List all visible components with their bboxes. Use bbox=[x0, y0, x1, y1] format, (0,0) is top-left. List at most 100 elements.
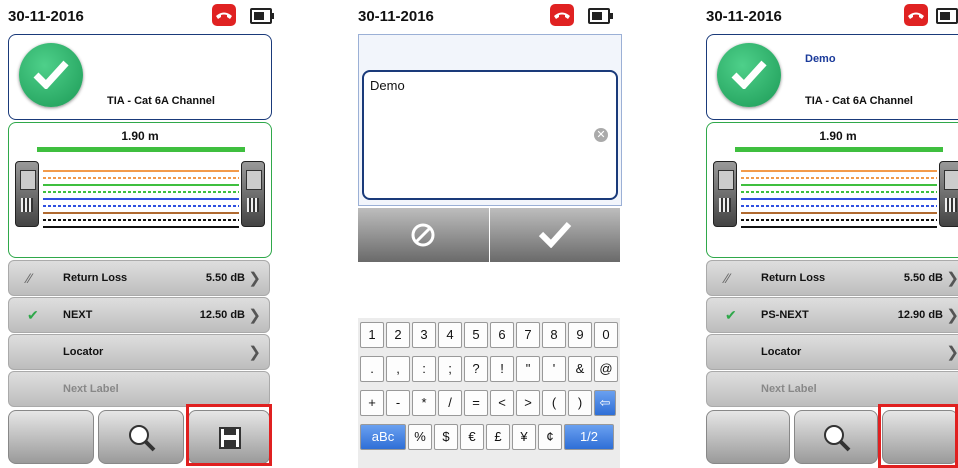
blank-button[interactable] bbox=[706, 410, 790, 464]
key[interactable]: ' bbox=[542, 356, 566, 382]
key[interactable]: : bbox=[412, 356, 436, 382]
row-value: 5.50 dB bbox=[205, 272, 245, 284]
main-unit-icon bbox=[713, 161, 737, 227]
key[interactable]: ( bbox=[542, 390, 566, 416]
battery-icon bbox=[936, 8, 958, 24]
chevron-right-icon: ❯ bbox=[248, 270, 261, 287]
warning-icon: ⁄⁄ bbox=[725, 270, 730, 286]
key[interactable]: & bbox=[568, 356, 592, 382]
key[interactable]: @ bbox=[594, 356, 618, 382]
key[interactable]: 5 bbox=[464, 322, 488, 348]
highlight-box bbox=[878, 404, 958, 468]
key[interactable]: - bbox=[386, 390, 410, 416]
phone-hangup-icon[interactable] bbox=[212, 4, 236, 26]
row-ps-next[interactable]: ✔ PS-NEXT 12.90 dB ❯ bbox=[706, 297, 958, 333]
phone-hangup-icon[interactable] bbox=[550, 4, 574, 26]
blank-button[interactable] bbox=[8, 410, 94, 464]
key[interactable]: > bbox=[516, 390, 540, 416]
key[interactable]: 9 bbox=[568, 322, 592, 348]
check-icon: ✔ bbox=[725, 307, 737, 323]
wiremap-view[interactable]: 1.90 m bbox=[8, 122, 272, 258]
key[interactable]: 6 bbox=[490, 322, 514, 348]
row-label: Return Loss bbox=[761, 272, 826, 284]
key[interactable]: ! bbox=[490, 356, 514, 382]
key[interactable]: € bbox=[460, 424, 484, 450]
date-label: 30-11-2016 bbox=[8, 8, 84, 25]
pass-check-icon bbox=[717, 43, 781, 107]
row-label: PS-NEXT bbox=[761, 309, 809, 321]
key[interactable]: 2 bbox=[386, 322, 410, 348]
row-return-loss[interactable]: ⁄⁄ Return Loss 5.50 dB ❯ bbox=[8, 260, 270, 296]
magnifier-icon bbox=[129, 425, 156, 452]
chevron-right-icon: ❯ bbox=[248, 307, 261, 324]
key[interactable]: * bbox=[412, 390, 436, 416]
phone-hangup-icon[interactable] bbox=[904, 4, 928, 26]
key[interactable]: ; bbox=[438, 356, 462, 382]
date-label: 30-11-2016 bbox=[358, 8, 434, 25]
row-locator[interactable]: Locator ❯ bbox=[706, 334, 958, 370]
row-label: Locator bbox=[63, 346, 104, 358]
key[interactable]: ) bbox=[568, 390, 592, 416]
row-return-loss[interactable]: ⁄⁄ Return Loss 5.50 dB ❯ bbox=[706, 260, 958, 296]
key[interactable]: . bbox=[360, 356, 384, 382]
search-button[interactable] bbox=[98, 410, 184, 464]
on-screen-keyboard: 1 2 3 4 5 6 7 8 9 0.,:;?! " ' & @ + - * / = < >() ⇦ aBc% $ € £ ¥ ¢ 1… bbox=[358, 318, 620, 468]
key[interactable]: 1 bbox=[360, 322, 384, 348]
cancel-button[interactable] bbox=[358, 208, 489, 262]
key[interactable]: 0 bbox=[594, 322, 618, 348]
key[interactable]: % bbox=[408, 424, 432, 450]
remote-unit-icon bbox=[939, 161, 958, 227]
key[interactable]: ¥ bbox=[512, 424, 536, 450]
key[interactable]: 4 bbox=[438, 322, 462, 348]
cable-label-name: Demo bbox=[805, 53, 836, 65]
clear-icon[interactable]: ✕ bbox=[594, 128, 608, 142]
row-label: Next Label bbox=[63, 383, 119, 395]
wiremap-view[interactable]: 1.90 m bbox=[706, 122, 958, 258]
key[interactable]: / bbox=[438, 390, 462, 416]
key[interactable]: ? bbox=[464, 356, 488, 382]
row-next-label[interactable]: Next Label bbox=[8, 371, 270, 407]
row-value: 5.50 dB bbox=[903, 272, 943, 284]
key[interactable]: = bbox=[464, 390, 488, 416]
result-summary[interactable]: TIA - Cat 6A Channel bbox=[8, 34, 272, 120]
status-bar: 30-11-2016 bbox=[354, 0, 624, 32]
main-unit-icon bbox=[15, 161, 39, 227]
label-text-field[interactable]: Demo ✕ bbox=[362, 70, 618, 200]
magnifier-icon bbox=[824, 425, 851, 452]
row-next[interactable]: ✔ NEXT 12.50 dB ❯ bbox=[8, 297, 270, 333]
pass-check-icon bbox=[19, 43, 83, 107]
check-icon: ✔ bbox=[27, 307, 39, 323]
key[interactable]: aBc bbox=[360, 424, 406, 450]
key[interactable]: " bbox=[516, 356, 540, 382]
status-bar: 30-11-2016 bbox=[702, 0, 958, 32]
chevron-right-icon: ❯ bbox=[946, 270, 958, 287]
key[interactable]: + bbox=[360, 390, 384, 416]
confirm-button[interactable] bbox=[490, 208, 620, 262]
result-summary[interactable]: Demo TIA - Cat 6A Channel bbox=[706, 34, 958, 120]
check-icon bbox=[538, 221, 572, 248]
key[interactable]: 3 bbox=[412, 322, 436, 348]
key[interactable]: $ bbox=[434, 424, 458, 450]
battery-icon bbox=[588, 8, 613, 24]
battery-icon bbox=[250, 8, 274, 24]
cancel-icon bbox=[411, 223, 435, 247]
wire-pairs bbox=[741, 170, 937, 228]
key[interactable]: £ bbox=[486, 424, 510, 450]
row-label: Return Loss bbox=[63, 272, 128, 284]
key[interactable]: , bbox=[386, 356, 410, 382]
row-locator[interactable]: Locator ❯ bbox=[8, 334, 270, 370]
row-next-label[interactable]: Next Label bbox=[706, 371, 958, 407]
key[interactable]: ¢ bbox=[538, 424, 562, 450]
backspace-key[interactable]: ⇦ bbox=[594, 390, 616, 416]
key[interactable]: 1/2 bbox=[564, 424, 614, 450]
test-standard: TIA - Cat 6A Channel bbox=[805, 95, 913, 107]
search-button[interactable] bbox=[794, 410, 878, 464]
date-label: 30-11-2016 bbox=[706, 8, 782, 25]
key[interactable]: < bbox=[490, 390, 514, 416]
row-label: NEXT bbox=[63, 309, 93, 321]
length-bar bbox=[37, 147, 245, 152]
key[interactable]: 8 bbox=[542, 322, 566, 348]
key[interactable]: 7 bbox=[516, 322, 540, 348]
cable-length: 1.90 m bbox=[819, 129, 857, 143]
row-label: Locator bbox=[761, 346, 802, 358]
